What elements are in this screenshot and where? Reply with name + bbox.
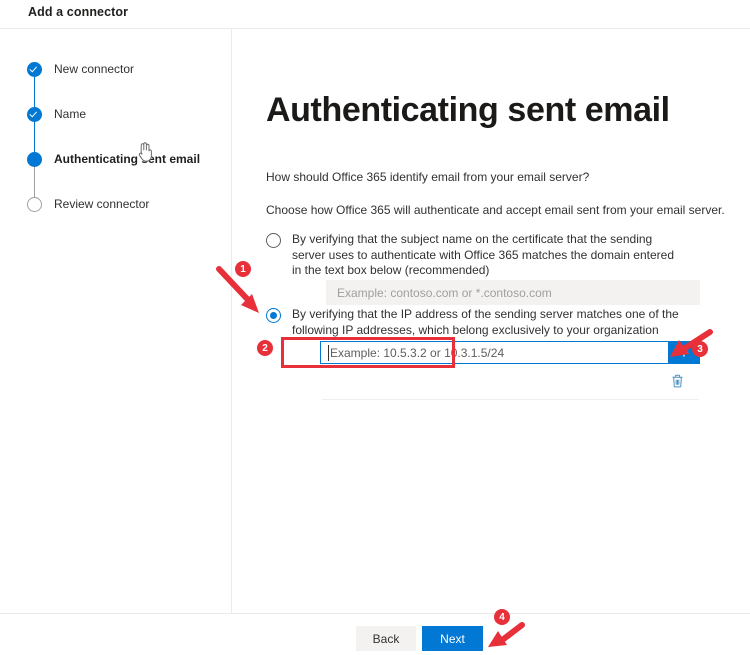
ip-address-placeholder: Example: 10.5.3.2 or 10.3.1.5/24 xyxy=(330,345,505,360)
filled-circle-icon xyxy=(27,151,42,167)
check-circle-icon xyxy=(27,61,42,77)
ip-address-entry-row[interactable]: Example: 10.5.3.2 or 10.3.1.5/24 + xyxy=(320,341,700,364)
instruction-text: Choose how Office 365 will authenticate … xyxy=(266,203,725,217)
wizard-header: Add a connector xyxy=(0,0,750,28)
sidebar-item-new-connector[interactable]: New connector xyxy=(27,60,134,78)
radio-ip-address[interactable] xyxy=(266,308,281,323)
radio-row-certificate[interactable]: By verifying that the subject name on th… xyxy=(266,232,686,279)
plus-icon: + xyxy=(679,343,689,362)
sidebar-item-review-connector[interactable]: Review connector xyxy=(27,195,149,213)
wizard-stepper: New connector Name Authenticating sent e… xyxy=(0,29,231,613)
check-circle-icon xyxy=(27,106,42,122)
text-caret xyxy=(328,345,329,361)
sidebar-item-name[interactable]: Name xyxy=(27,105,86,123)
certificate-domain-input[interactable]: Example: contoso.com or *.contoso.com xyxy=(326,280,700,305)
sidebar-item-authenticating-sent-email[interactable]: Authenticating sent email xyxy=(27,150,200,168)
trash-icon xyxy=(672,374,682,388)
empty-circle-icon xyxy=(27,196,42,212)
question-text: How should Office 365 identify email fro… xyxy=(266,170,590,184)
option-label-certificate: By verifying that the subject name on th… xyxy=(292,232,674,277)
main-content: Authenticating sent email How should Off… xyxy=(232,29,750,613)
radio-certificate[interactable] xyxy=(266,233,281,248)
sidebar-item-label: Authenticating sent email xyxy=(54,152,201,166)
sidebar-item-label: New connector xyxy=(54,62,135,76)
certificate-domain-placeholder: Example: contoso.com or *.contoso.com xyxy=(337,285,552,300)
sidebar-item-label: Name xyxy=(54,107,87,121)
option-ip-address[interactable]: By verifying that the IP address of the … xyxy=(266,307,700,400)
page-title: Add a connector xyxy=(28,5,129,19)
back-button[interactable]: Back xyxy=(356,626,416,651)
main-heading: Authenticating sent email xyxy=(266,91,670,129)
sidebar-item-label: Review connector xyxy=(54,197,150,211)
option-label-ip-address: By verifying that the IP address of the … xyxy=(292,307,679,337)
wizard-footer: Back Next xyxy=(0,614,750,655)
option-certificate[interactable]: By verifying that the subject name on th… xyxy=(266,232,700,305)
ip-address-input[interactable]: Example: 10.5.3.2 or 10.3.1.5/24 xyxy=(320,341,668,364)
next-button[interactable]: Next xyxy=(422,626,483,651)
ip-list-divider xyxy=(322,399,699,400)
delete-ip-button[interactable] xyxy=(668,372,686,390)
hand-cursor-icon xyxy=(138,142,152,162)
radio-row-ip-address[interactable]: By verifying that the IP address of the … xyxy=(266,307,686,338)
add-ip-button[interactable]: + xyxy=(668,341,700,364)
